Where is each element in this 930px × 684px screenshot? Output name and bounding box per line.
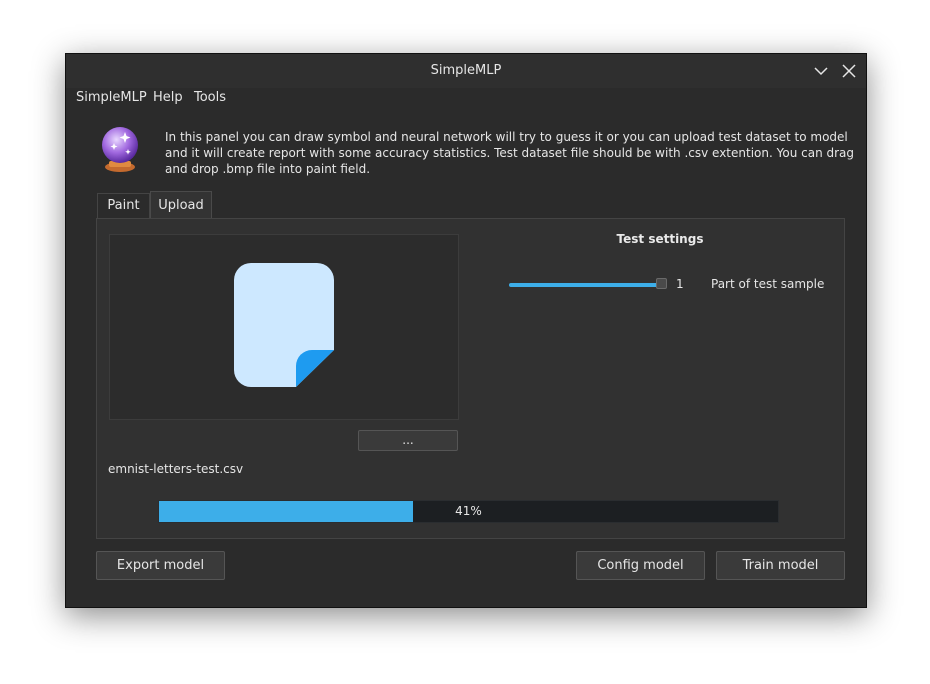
progress-text: 41% — [455, 504, 482, 518]
selected-filename: emnist-letters-test.csv — [108, 462, 244, 476]
config-model-button[interactable]: Config model — [576, 551, 705, 580]
test-progress-bar: 41% — [158, 500, 779, 523]
menu-bar: SimpleMLP Help Tools — [66, 88, 866, 110]
tab-upload[interactable]: Upload — [150, 191, 212, 219]
settings-title: Test settings — [616, 232, 704, 246]
file-drop-area[interactable] — [109, 234, 459, 420]
chevron-down-icon — [814, 67, 828, 76]
file-icon — [233, 262, 335, 388]
crystal-ball-icon — [97, 125, 143, 173]
title-bar[interactable]: SimpleMLP — [66, 54, 866, 88]
window-title: SimpleMLP — [430, 63, 502, 78]
menu-simplemlp[interactable]: SimpleMLP — [76, 90, 147, 105]
info-description: In this panel you can draw symbol and ne… — [165, 130, 855, 176]
train-model-button[interactable]: Train model — [716, 551, 845, 580]
test-sample-slider[interactable] — [509, 283, 659, 287]
menu-tools[interactable]: Tools — [194, 90, 226, 105]
slider-handle[interactable] — [656, 278, 667, 289]
close-button[interactable] — [839, 61, 859, 81]
main-window: SimpleMLP SimpleMLP Help Tools In this p… — [65, 53, 867, 608]
upload-panel: ... emnist-letters-test.csv 41% Test set… — [96, 218, 845, 539]
minimize-button[interactable] — [811, 61, 831, 81]
slider-label: Part of test sample — [711, 277, 825, 291]
export-model-button[interactable]: Export model — [96, 551, 225, 580]
slider-value: 1 — [676, 277, 684, 291]
close-icon — [842, 64, 856, 78]
tab-paint[interactable]: Paint — [97, 193, 150, 218]
browse-file-button[interactable]: ... — [358, 430, 458, 451]
menu-help[interactable]: Help — [153, 90, 183, 105]
